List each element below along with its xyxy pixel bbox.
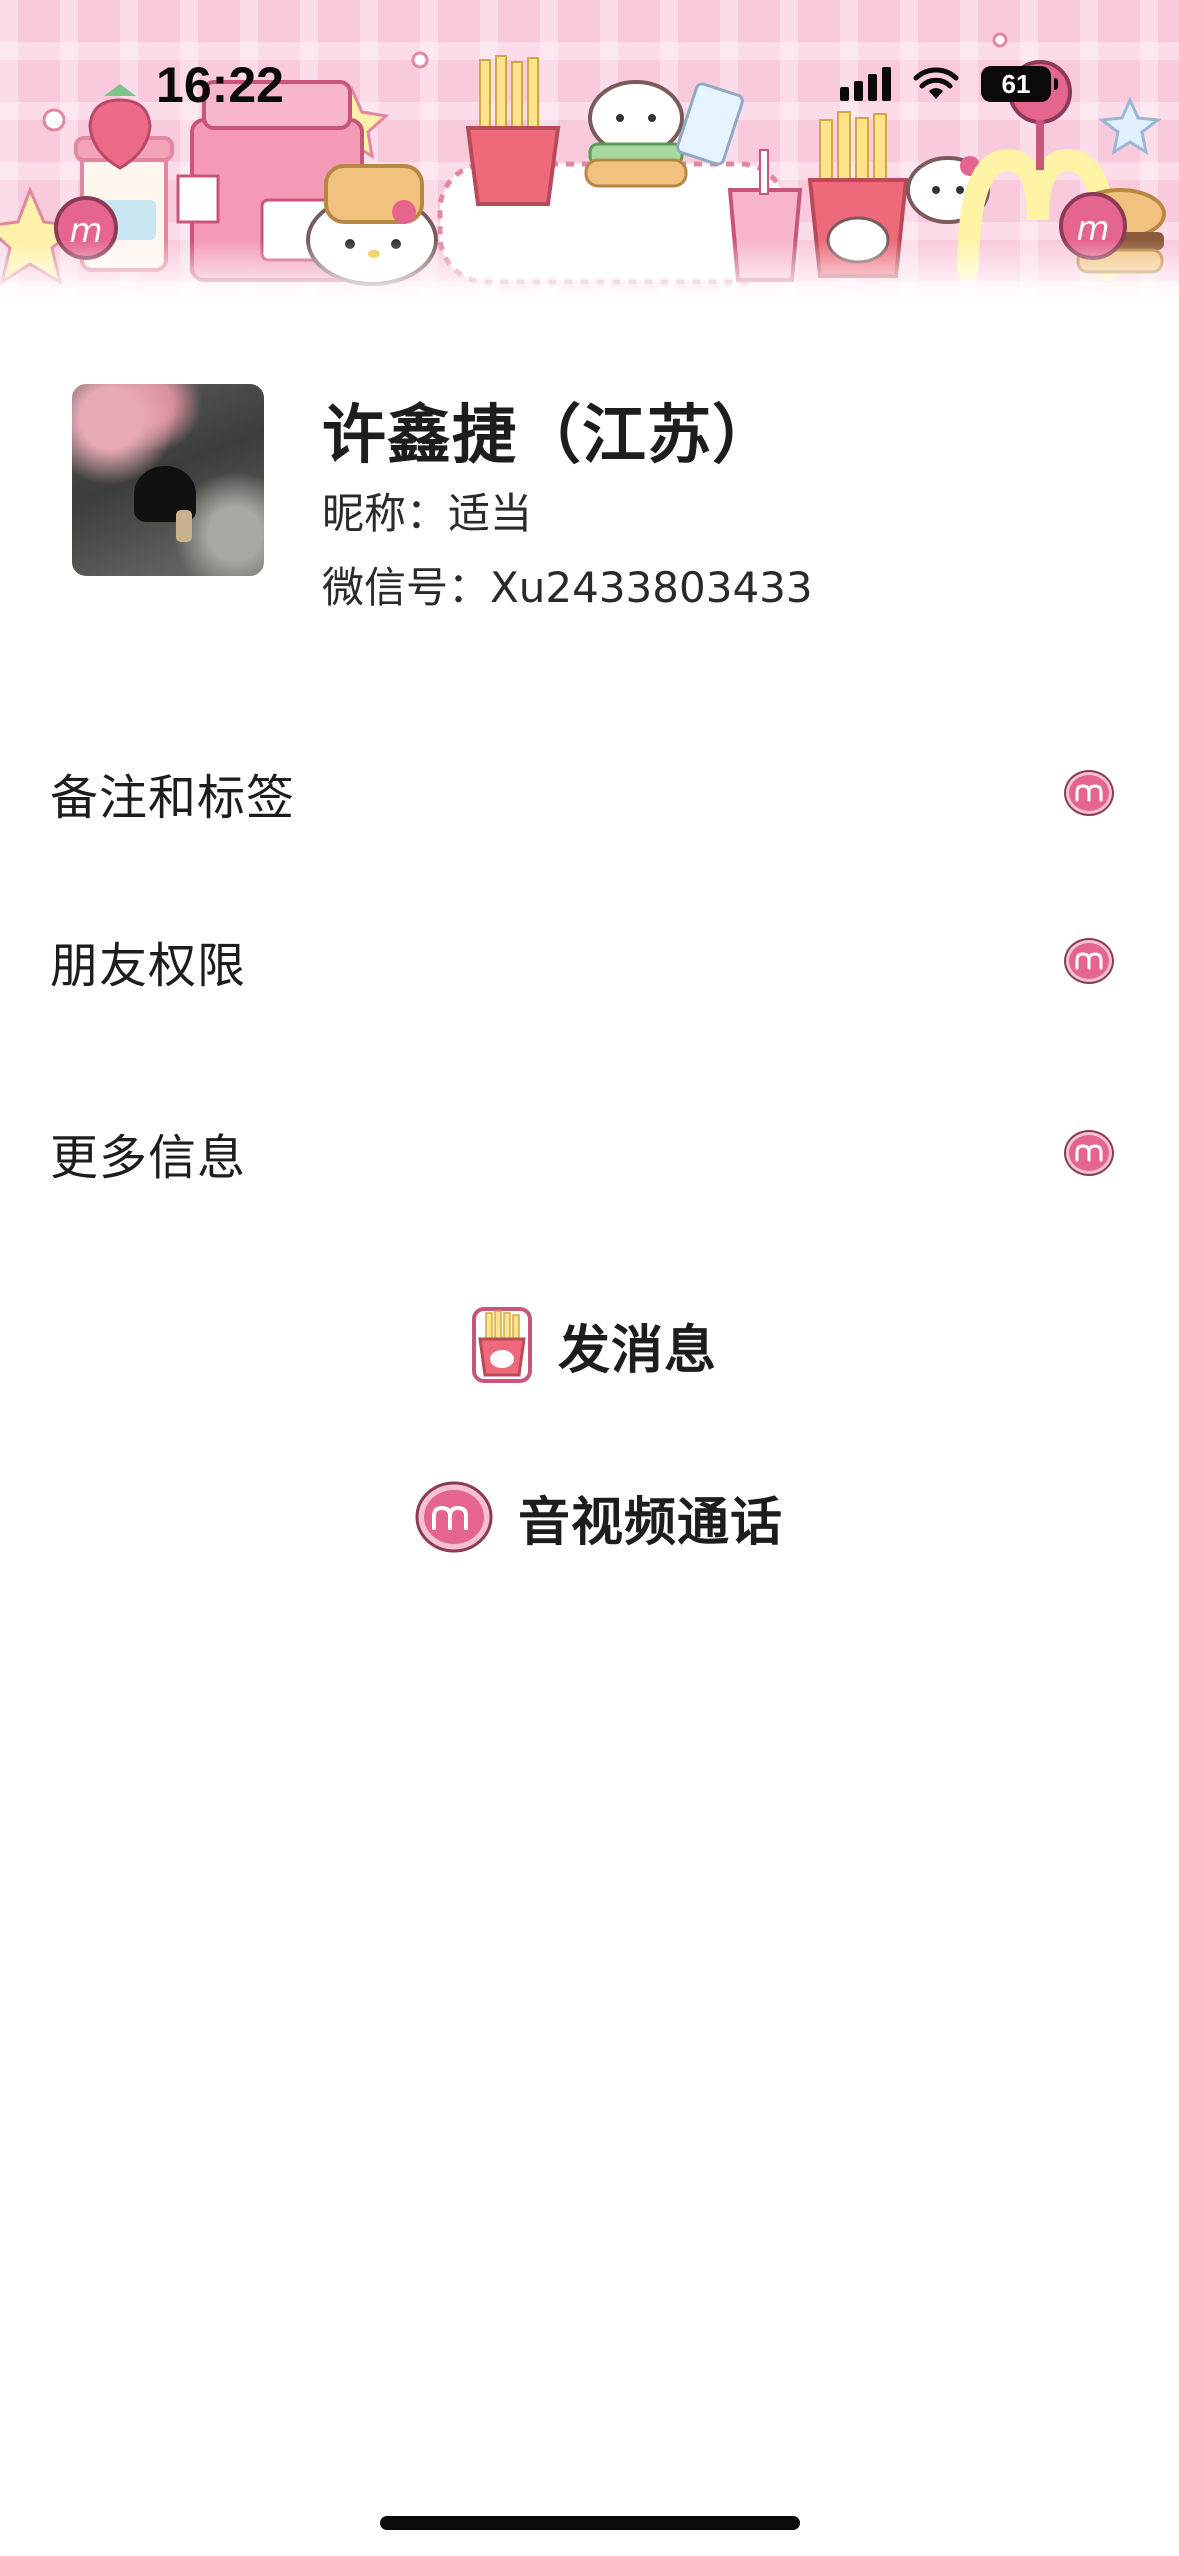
contact-profile-page: m m 16:22 61 许鑫捷（江苏） 昵称：适当 微信号：Xu2433803… [0,0,1179,2556]
send-message-label: 发消息 [558,1320,718,1381]
menu-item-remarks-and-tags[interactable]: 备注和标签 [0,738,1179,848]
contact-nickname: 昵称：适当 [322,489,533,538]
m-badge-icon: m [54,196,118,260]
video-call-button[interactable]: 音视频通话 [414,1472,783,1562]
svg-text:m: m [1076,209,1109,249]
menu-item-label: 朋友权限 [50,938,247,994]
battery-indicator: 61 [981,66,1058,102]
cat-sticker-icon [306,164,438,286]
chevron-sticker-icon [1066,1132,1112,1174]
chevron-sticker-icon [1066,772,1112,814]
menu-item-friend-permissions[interactable]: 朋友权限 [0,906,1179,1016]
wifi-icon [913,67,959,99]
avatar[interactable] [72,384,264,576]
profile-header: 许鑫捷（江苏） 昵称：适当 微信号：Xu2433803433 [72,384,1112,614]
menu-item-more-info[interactable]: 更多信息 [0,1098,1179,1208]
contact-wechat-id: 微信号：Xu2433803433 [322,563,813,612]
home-indicator[interactable] [380,2516,800,2530]
status-icons: 61 [840,64,1058,104]
status-bar: 16:22 61 [0,0,1179,170]
menu-item-label: 更多信息 [50,1130,247,1186]
cellular-signal-icon [840,67,891,101]
m-badge-icon [415,1481,493,1553]
contact-name: 许鑫捷（江苏） [322,399,777,473]
send-message-button[interactable]: 发消息 [470,1300,717,1390]
fries-sticker-icon [472,1307,532,1383]
video-call-label: 音视频通话 [518,1492,784,1553]
chevron-sticker-icon [1066,940,1112,982]
status-time: 16:22 [156,57,284,113]
menu-item-label: 备注和标签 [50,770,296,826]
svg-text:m: m [69,211,102,251]
